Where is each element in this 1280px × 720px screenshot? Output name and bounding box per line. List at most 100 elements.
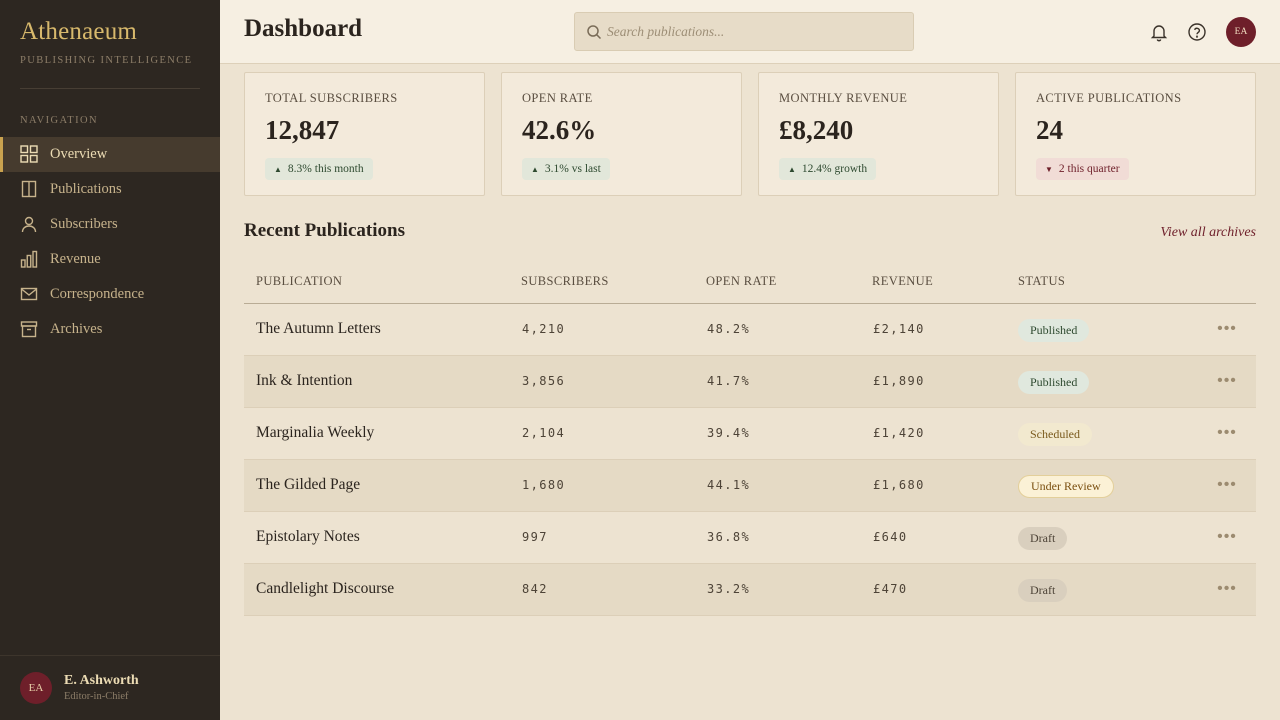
stat-delta-badge: ▼ 2 this quarter <box>1036 158 1129 180</box>
table-row[interactable]: Candlelight Discourse 842 33.2% £470 Dra… <box>244 564 1256 616</box>
bell-icon[interactable] <box>1149 22 1169 42</box>
revenue-cell: £2,140 <box>873 322 925 336</box>
arrow-down-icon: ▼ <box>1045 164 1053 174</box>
status-badge: Scheduled <box>1018 423 1092 446</box>
arrow-up-icon: ▲ <box>274 164 282 174</box>
stat-delta-badge: ▲ 3.1% vs last <box>522 158 610 180</box>
page-title: Dashboard <box>244 15 363 42</box>
avatar[interactable]: EA <box>20 672 52 704</box>
stat-value: 24 <box>1036 115 1063 145</box>
sidebar-item-subscribers[interactable]: Subscribers <box>0 207 220 242</box>
sidebar-item-correspondence[interactable]: Correspondence <box>0 277 220 312</box>
brand-divider <box>20 88 200 89</box>
table-row[interactable]: The Gilded Page 1,680 44.1% £1,680 Under… <box>244 460 1256 512</box>
open-rate-cell: 36.8% <box>707 530 751 544</box>
row-more-menu-icon[interactable]: ••• <box>1216 580 1238 598</box>
open-rate-cell: 41.7% <box>707 374 751 388</box>
stat-delta-text: 3.1% vs last <box>544 163 601 175</box>
book-icon <box>20 180 38 198</box>
envelope-icon <box>20 285 38 303</box>
column-header[interactable]: REVENUE <box>872 274 933 289</box>
search-input[interactable] <box>607 21 897 43</box>
table-row[interactable]: The Autumn Letters 4,210 48.2% £2,140 Pu… <box>244 304 1256 356</box>
sidebar-item-label: Overview <box>50 146 108 162</box>
subscribers-cell: 2,104 <box>522 426 566 440</box>
publication-name[interactable]: The Autumn Letters <box>256 320 381 338</box>
sidebar-item-overview[interactable]: Overview <box>0 137 220 172</box>
status-badge: Draft <box>1018 527 1068 550</box>
publication-name[interactable]: The Gilded Page <box>256 476 360 494</box>
header-avatar[interactable]: EA <box>1226 17 1256 47</box>
subscribers-cell: 1,680 <box>522 478 566 492</box>
sidebar-item-label: Archives <box>50 321 103 337</box>
person-icon <box>20 215 38 233</box>
column-header[interactable]: SUBSCRIBERS <box>521 274 609 289</box>
open-rate-cell: 44.1% <box>707 478 751 492</box>
sidebar-item-publications[interactable]: Publications <box>0 172 220 207</box>
subscribers-cell: 4,210 <box>522 322 566 336</box>
status-badge: Published <box>1018 319 1090 342</box>
stat-card-total-subscribers: TOTAL SUBSCRIBERS 12,847 ▲ 8.3% this mon… <box>244 72 485 196</box>
stat-value: 12,847 <box>265 115 340 145</box>
revenue-cell: £640 <box>873 530 908 544</box>
publication-name[interactable]: Marginalia Weekly <box>256 424 374 442</box>
row-more-menu-icon[interactable]: ••• <box>1216 476 1238 494</box>
stat-label: OPEN RATE <box>522 91 593 105</box>
top-header: Dashboard EA <box>220 0 1280 64</box>
row-more-menu-icon[interactable]: ••• <box>1216 528 1238 546</box>
search-icon <box>586 24 602 40</box>
section-title: Recent Publications <box>244 220 405 241</box>
stat-card-open-rate: OPEN RATE 42.6% ▲ 3.1% vs last <box>501 72 742 196</box>
row-more-menu-icon[interactable]: ••• <box>1216 424 1238 442</box>
sidebar-item-label: Subscribers <box>50 216 118 232</box>
table-row[interactable]: Epistolary Notes 997 36.8% £640 Draft ••… <box>244 512 1256 564</box>
stat-value: £8,240 <box>779 115 854 145</box>
table-header: PUBLICATION SUBSCRIBERS OPEN RATE REVENU… <box>244 260 1256 304</box>
publication-name[interactable]: Ink & Intention <box>256 372 352 390</box>
table-row[interactable]: Ink & Intention 3,856 41.7% £1,890 Publi… <box>244 356 1256 408</box>
stat-label: MONTHLY REVENUE <box>779 91 908 105</box>
bar-chart-icon <box>20 250 38 268</box>
stat-delta-text: 2 this quarter <box>1058 163 1120 175</box>
user-name: E. Ashworth <box>64 673 139 688</box>
revenue-cell: £1,680 <box>873 478 925 492</box>
sidebar: Athenaeum PUBLISHING INTELLIGENCE NAVIGA… <box>0 0 220 720</box>
sidebar-nav: Overview Publications Subscribers Revenu… <box>0 137 220 347</box>
status-badge: Under Review <box>1018 475 1114 498</box>
publications-table: PUBLICATION SUBSCRIBERS OPEN RATE REVENU… <box>244 260 1256 616</box>
publication-name[interactable]: Candlelight Discourse <box>256 580 394 598</box>
sidebar-item-label: Revenue <box>50 251 101 267</box>
row-more-menu-icon[interactable]: ••• <box>1216 372 1238 390</box>
nav-heading: NAVIGATION <box>20 115 98 126</box>
status-badge: Draft <box>1018 579 1068 602</box>
arrow-up-icon: ▲ <box>788 164 796 174</box>
stat-delta-text: 12.4% growth <box>801 163 868 175</box>
stat-delta-badge: ▲ 12.4% growth <box>779 158 877 180</box>
subscribers-cell: 842 <box>522 582 548 596</box>
user-role: Editor-in-Chief <box>64 691 129 702</box>
open-rate-cell: 33.2% <box>707 582 751 596</box>
row-more-menu-icon[interactable]: ••• <box>1216 320 1238 338</box>
view-all-archives-link[interactable]: View all archives <box>1160 225 1256 241</box>
stat-card-active-publications: ACTIVE PUBLICATIONS 24 ▼ 2 this quarter <box>1015 72 1256 196</box>
revenue-cell: £1,420 <box>873 426 925 440</box>
table-row[interactable]: Marginalia Weekly 2,104 39.4% £1,420 Sch… <box>244 408 1256 460</box>
column-header[interactable]: OPEN RATE <box>706 274 777 289</box>
publication-name[interactable]: Epistolary Notes <box>256 528 360 546</box>
help-icon[interactable] <box>1187 22 1207 42</box>
column-header[interactable]: PUBLICATION <box>256 274 342 289</box>
stat-label: TOTAL SUBSCRIBERS <box>265 91 398 105</box>
open-rate-cell: 48.2% <box>707 322 751 336</box>
stat-value: 42.6% <box>522 115 597 145</box>
column-header[interactable]: STATUS <box>1018 274 1065 289</box>
revenue-cell: £470 <box>873 582 908 596</box>
subscribers-cell: 997 <box>522 530 548 544</box>
sidebar-item-label: Correspondence <box>50 286 145 302</box>
status-badge: Published <box>1018 371 1090 394</box>
sidebar-item-archives[interactable]: Archives <box>0 312 220 347</box>
sidebar-item-revenue[interactable]: Revenue <box>0 242 220 277</box>
stat-delta-text: 8.3% this month <box>287 163 364 175</box>
sidebar-footer-divider <box>0 655 220 656</box>
stat-card-monthly-revenue: MONTHLY REVENUE £8,240 ▲ 12.4% growth <box>758 72 999 196</box>
brand-title: Athenaeum <box>20 18 138 45</box>
